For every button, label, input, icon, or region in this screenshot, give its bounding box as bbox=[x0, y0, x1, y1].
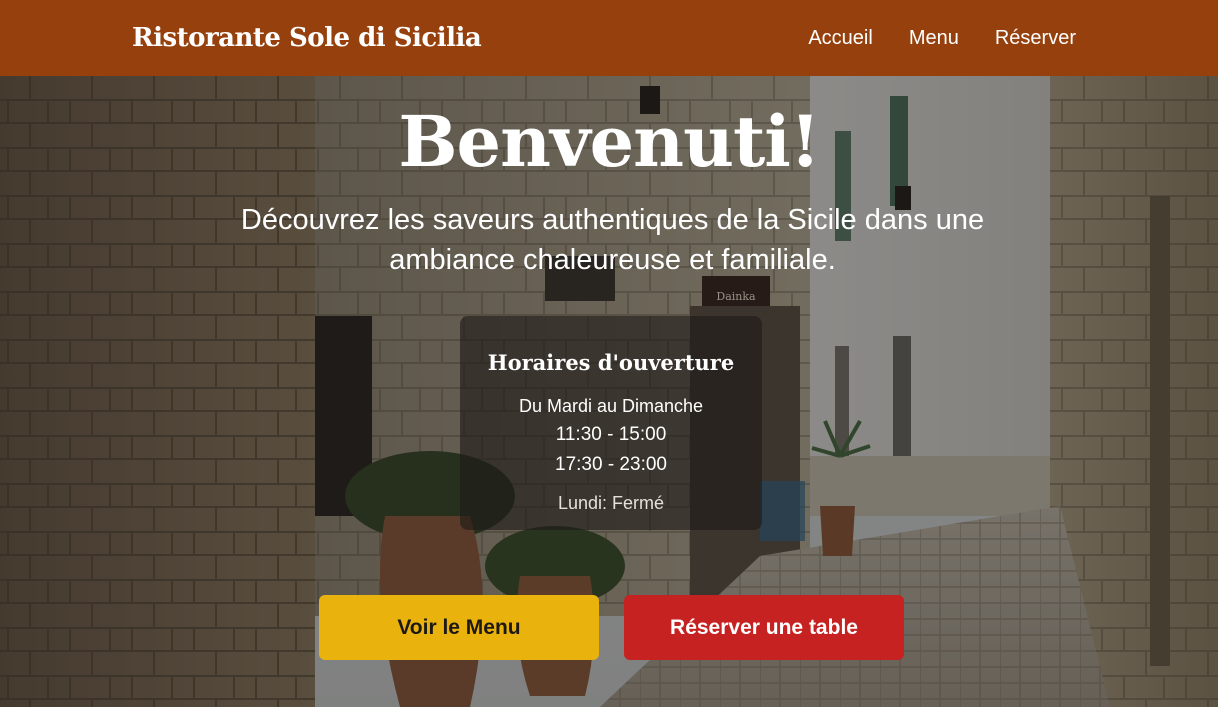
hours-slot-dinner: 17:30 - 23:00 bbox=[555, 454, 667, 475]
opening-hours-card: Horaires d'ouverture Du Mardi au Dimanch… bbox=[460, 316, 762, 530]
main-nav: Accueil Menu Réserver bbox=[808, 27, 1076, 50]
nav-link-menu[interactable]: Menu bbox=[909, 27, 959, 50]
reserve-table-button[interactable]: Réserver une table bbox=[624, 595, 904, 660]
hours-slot-lunch: 11:30 - 15:00 bbox=[555, 424, 667, 445]
brand-logo[interactable]: Ristorante Sole di Sicilia bbox=[132, 23, 482, 53]
view-menu-button[interactable]: Voir le Menu bbox=[319, 595, 599, 660]
nav-link-reserver[interactable]: Réserver bbox=[995, 27, 1076, 50]
site-header: Ristorante Sole di Sicilia Accueil Menu … bbox=[0, 0, 1218, 76]
nav-link-accueil[interactable]: Accueil bbox=[808, 27, 872, 50]
hero-title: Benvenuti! bbox=[398, 100, 820, 183]
closed-day: Lundi: Fermé bbox=[557, 493, 665, 513]
hero-subtitle: Découvrez les saveurs authentiques de la… bbox=[240, 204, 985, 276]
opening-hours-title: Horaires d'ouverture bbox=[487, 350, 735, 375]
opening-days: Du Mardi au Dimanche bbox=[518, 396, 704, 416]
hero-section: Dainka Benvenuti! Découvrez les saveurs … bbox=[0, 76, 1218, 707]
